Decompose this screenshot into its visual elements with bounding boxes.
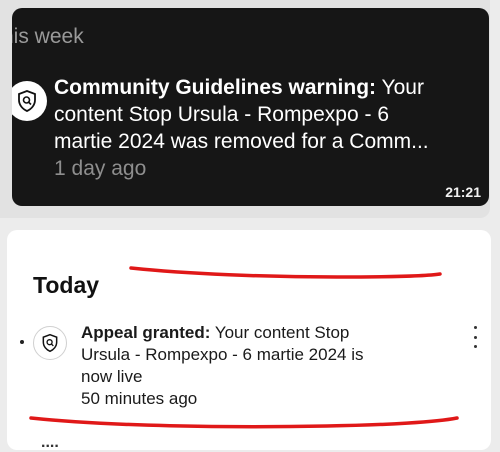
next-item-peek: .... bbox=[41, 434, 59, 451]
notification-body-line1: Your bbox=[381, 76, 424, 99]
today-notifications-card: Today Appeal granted: Your content Stop … bbox=[7, 230, 491, 451]
notification-body-line3: now live bbox=[81, 367, 143, 386]
video-timestamp: 21:21 bbox=[445, 184, 481, 200]
shield-search-icon bbox=[33, 326, 67, 360]
notification-title: Community Guidelines warning: bbox=[54, 76, 377, 99]
notification-time: 1 day ago bbox=[54, 157, 147, 180]
unread-dot bbox=[20, 340, 24, 344]
appeal-granted-notification[interactable]: Appeal granted: Your content Stop Ursula… bbox=[81, 322, 431, 410]
notification-time: 50 minutes ago bbox=[81, 389, 198, 408]
notification-body-line2: Ursula - Rompexpo - 6 martie 2024 is bbox=[81, 345, 364, 364]
red-annotation-underline-bottom bbox=[29, 416, 459, 429]
notification-body-line2: content Stop Ursula - Rompexpo - 6 bbox=[54, 103, 389, 126]
notification-body-line1: Your content Stop bbox=[214, 323, 350, 342]
notification-title: Appeal granted: bbox=[81, 323, 211, 342]
more-vertical-icon[interactable] bbox=[469, 326, 481, 348]
section-header-today: Today bbox=[33, 272, 100, 298]
notification-body-line3: martie 2024 was removed for a Comm... bbox=[54, 130, 429, 153]
red-annotation-underline-top bbox=[129, 266, 442, 279]
dark-notification-panel: his week Community Guidelines warning: Y… bbox=[12, 8, 489, 206]
older-notifications-card: his week Community Guidelines warning: Y… bbox=[0, 0, 490, 218]
section-header-this-week: his week bbox=[12, 25, 84, 48]
shield-search-icon bbox=[12, 81, 47, 121]
community-guidelines-notification[interactable]: Community Guidelines warning: Your conte… bbox=[54, 74, 474, 182]
